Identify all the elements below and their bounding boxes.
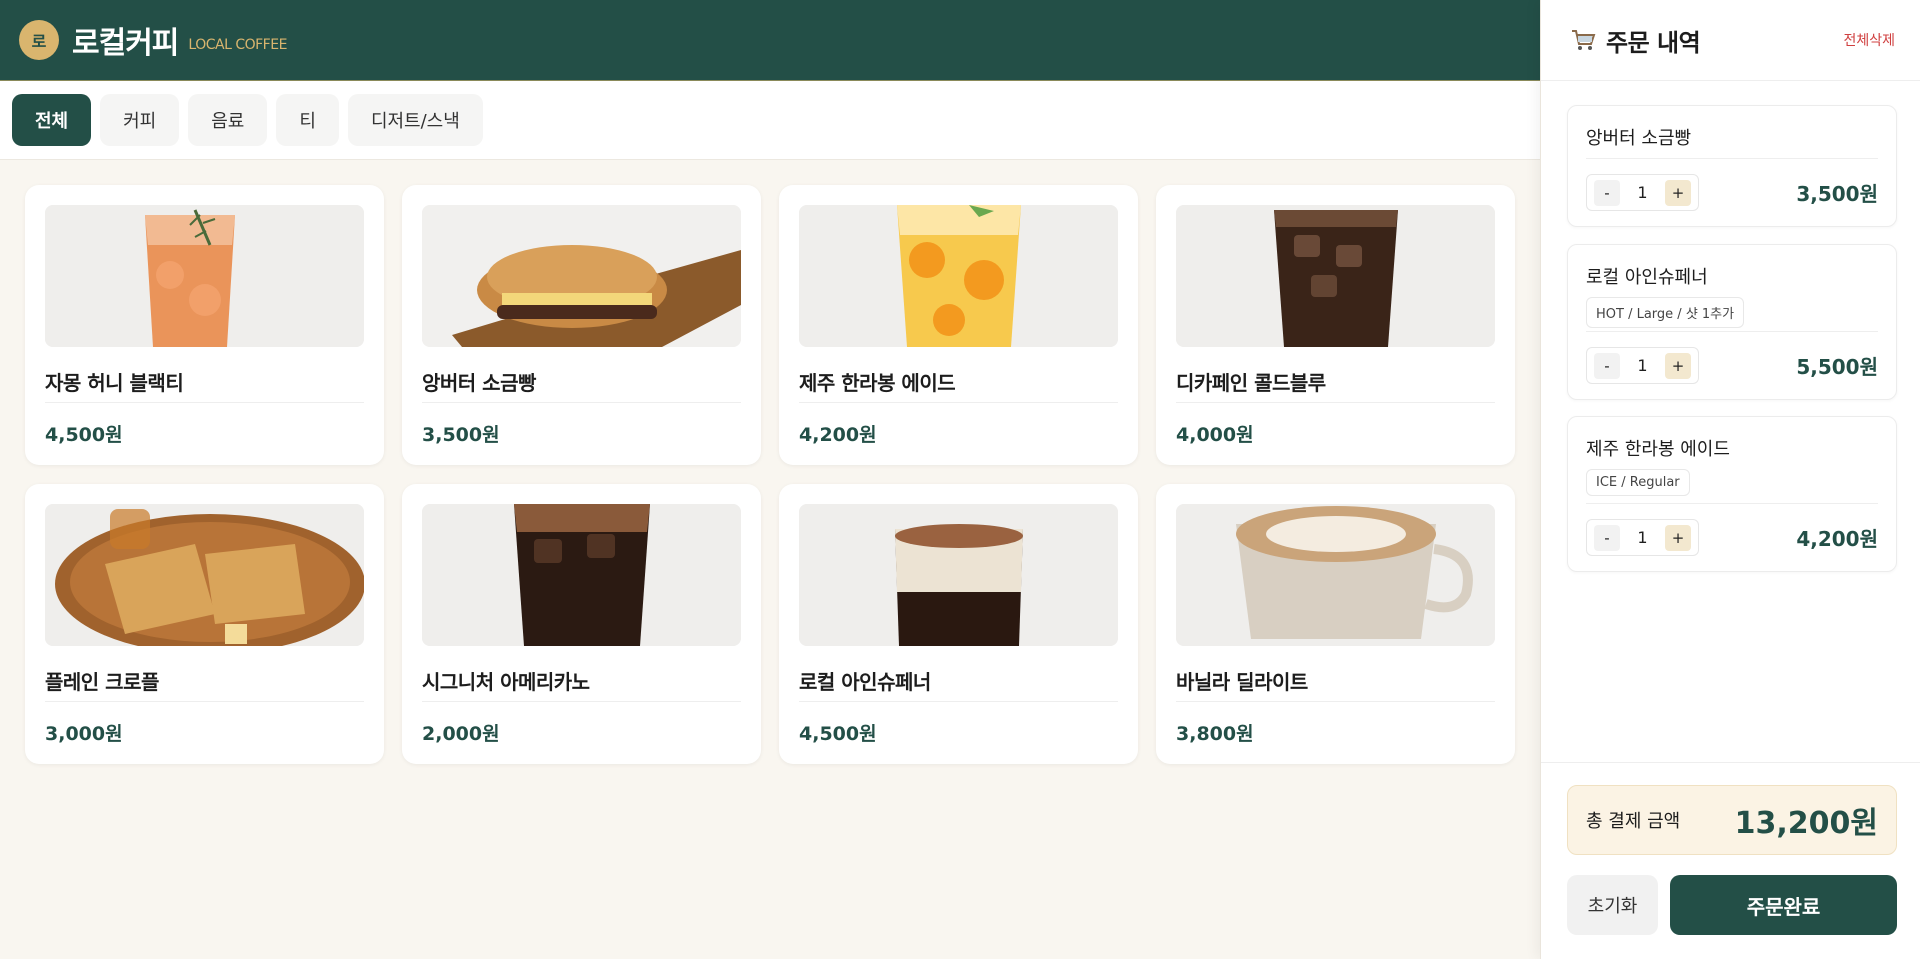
order-header: 주문 내역 전체삭제	[1541, 0, 1920, 81]
menu-card[interactable]: 로컬 아인슈페너 4,500원	[779, 484, 1138, 764]
total-label: 총 결제 금액	[1586, 811, 1681, 832]
order-item-options: HOT / Large / 샷 1추가	[1586, 297, 1745, 328]
total-value: 13,200원	[1734, 806, 1878, 841]
tab-beverage[interactable]: 음료	[188, 94, 268, 146]
menu-item-name: 앙버터 소금빵	[422, 367, 741, 403]
quantity-value: 1	[1637, 183, 1648, 202]
total-summary: 총 결제 금액 13,200원	[1567, 785, 1897, 855]
menu-card[interactable]: 시그니처 아메리카노 2,000원	[402, 484, 761, 764]
menu-item-price: 3,500원	[422, 424, 500, 446]
order-item-controls: - 1 + 5,500원	[1586, 331, 1878, 399]
tab-coffee[interactable]: 커피	[100, 94, 180, 146]
order-item-price: 3,500원	[1796, 182, 1878, 206]
app-header: 로 로컬커피 LOCAL COFFEE	[0, 0, 1540, 81]
menu-item-price: 3,000원	[45, 723, 123, 745]
menu-item-price: 4,500원	[799, 723, 877, 745]
menu-item-name: 바닐라 딜라이트	[1176, 666, 1495, 702]
category-tabs: 전체 커피 음료 티 디저트/스낵	[0, 81, 1540, 160]
order-item: 제주 한라봉 에이드 ICE / Regular - 1 + 4,200원	[1567, 416, 1897, 572]
menu-item-name: 시그니처 아메리카노	[422, 666, 741, 702]
order-item-options: ICE / Regular	[1586, 469, 1690, 496]
tab-all[interactable]: 전체	[12, 94, 92, 146]
order-item-name: 앙버터 소금빵	[1586, 128, 1692, 149]
menu-item-name: 자몽 허니 블랙티	[45, 367, 364, 403]
order-item: 로컬 아인슈페너 HOT / Large / 샷 1추가 - 1 + 5,500…	[1567, 244, 1897, 400]
order-item-price: 5,500원	[1796, 355, 1878, 379]
tab-tea[interactable]: 티	[276, 94, 339, 146]
reset-button[interactable]: 초기화	[1567, 875, 1658, 935]
order-item-name: 제주 한라봉 에이드	[1586, 439, 1730, 460]
menu-item-price: 3,800원	[1176, 723, 1254, 745]
decrease-button[interactable]: -	[1594, 179, 1620, 206]
menu-item-name: 디카페인 콜드블루	[1176, 367, 1495, 403]
americano-image	[422, 504, 741, 646]
menu-item-price: 4,500원	[45, 424, 123, 446]
menu-item-price: 2,000원	[422, 723, 500, 745]
brand-subtitle: LOCAL COFFEE	[188, 37, 287, 53]
tab-dessert[interactable]: 디저트/스낵	[347, 94, 483, 146]
clear-all-button[interactable]: 전체삭제	[1843, 30, 1895, 50]
order-item-name: 로컬 아인슈페너	[1586, 267, 1708, 288]
order-title: 주문 내역	[1606, 28, 1701, 57]
order-item: 앙버터 소금빵 - 1 + 3,500원	[1567, 105, 1897, 227]
hallabong-ade-image	[799, 205, 1118, 347]
grapefruit-tea-image	[45, 205, 364, 347]
menu-item-name: 플레인 크로플	[45, 666, 364, 702]
salt-bread-image	[422, 205, 741, 347]
order-item-controls: - 1 + 3,500원	[1586, 158, 1878, 226]
menu-item-name: 제주 한라봉 에이드	[799, 367, 1118, 403]
order-sidebar: 주문 내역 전체삭제 앙버터 소금빵 - 1 + 3,500원 로컬 아인슈페너…	[1540, 0, 1920, 959]
menu-card[interactable]: 앙버터 소금빵 3,500원	[402, 185, 761, 465]
quantity-stepper: - 1 +	[1586, 174, 1699, 211]
quantity-value: 1	[1637, 528, 1648, 547]
cart-icon	[1572, 30, 1596, 50]
menu-card[interactable]: 바닐라 딜라이트 3,800원	[1156, 484, 1515, 764]
einspanner-image	[799, 504, 1118, 646]
menu-card[interactable]: 플레인 크로플 3,000원	[25, 484, 384, 764]
menu-item-price: 4,200원	[799, 424, 877, 446]
brand-title: 로컬커피	[72, 26, 179, 61]
vanilla-latte-image	[1176, 504, 1495, 646]
order-footer: 총 결제 금액 13,200원 초기화 주문완료	[1541, 762, 1920, 959]
decrease-button[interactable]: -	[1594, 524, 1620, 551]
menu-item-price: 4,000원	[1176, 424, 1254, 446]
menu-card[interactable]: 디카페인 콜드블루 4,000원	[1156, 185, 1515, 465]
menu-card[interactable]: 제주 한라봉 에이드 4,200원	[779, 185, 1138, 465]
decaf-cold-brew-image	[1176, 205, 1495, 347]
menu-item-name: 로컬 아인슈페너	[799, 666, 1118, 702]
order-item-controls: - 1 + 4,200원	[1586, 503, 1878, 571]
croffle-image	[45, 504, 364, 646]
menu-card[interactable]: 자몽 허니 블랙티 4,500원	[25, 185, 384, 465]
quantity-stepper: - 1 +	[1586, 347, 1699, 384]
menu-grid: 자몽 허니 블랙티 4,500원 앙버터 소금빵 3,500원 제주 한라봉 에…	[25, 185, 1516, 764]
increase-button[interactable]: +	[1665, 179, 1691, 206]
quantity-stepper: - 1 +	[1586, 519, 1699, 556]
increase-button[interactable]: +	[1665, 524, 1691, 551]
complete-order-button[interactable]: 주문완료	[1670, 875, 1897, 935]
logo-badge: 로	[19, 20, 59, 60]
increase-button[interactable]: +	[1665, 352, 1691, 379]
order-item-price: 4,200원	[1796, 527, 1878, 551]
decrease-button[interactable]: -	[1594, 352, 1620, 379]
quantity-value: 1	[1637, 356, 1648, 375]
